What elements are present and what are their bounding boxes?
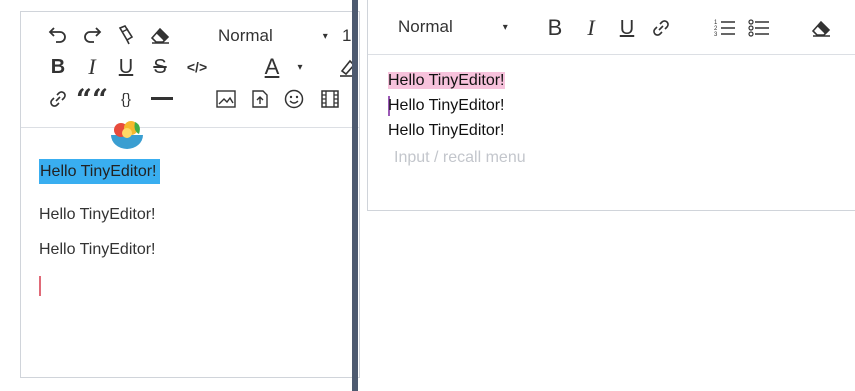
ordered-list-icon[interactable]: 123	[712, 15, 738, 41]
right-paragraph-2: Hello TinyEditor!	[388, 97, 505, 114]
right-paragraph-1: Hello TinyEditor!	[388, 72, 505, 90]
blockquote-button[interactable]: ““	[76, 83, 108, 116]
header-select-value: Normal	[218, 26, 273, 45]
upload-icon[interactable]	[247, 86, 273, 112]
header-select[interactable]: Normal ▾	[398, 17, 508, 37]
font-color-dropdown-icon[interactable]: ▾	[287, 54, 313, 80]
left-editor: Normal ▾ 1 B I U S </> A ▾ ““ {} Hello T…	[20, 11, 360, 378]
underline-button[interactable]: U	[614, 15, 640, 41]
format-painter-icon[interactable]	[113, 22, 139, 48]
link-icon[interactable]	[648, 15, 674, 41]
left-paragraph-1: Hello TinyEditor!	[39, 159, 160, 184]
highlighted-text: Hello TinyEditor!	[388, 72, 505, 89]
code-button[interactable]: </>	[184, 54, 210, 80]
font-color-button[interactable]: A	[259, 54, 285, 80]
right-toolbar: Normal ▾ B I U 123	[368, 0, 855, 55]
left-paragraph-3: Hello TinyEditor!	[39, 241, 156, 258]
header-select[interactable]: Normal ▾	[218, 26, 328, 46]
input-placeholder: Input / recall menu	[394, 149, 526, 166]
emoji-icon[interactable]	[281, 86, 307, 112]
film-icon[interactable]	[317, 86, 343, 112]
chevron-down-icon: ▾	[322, 30, 328, 42]
bold-button[interactable]: B	[45, 54, 71, 80]
horizontal-rule-icon[interactable]	[149, 86, 175, 112]
image-icon[interactable]	[213, 86, 239, 112]
left-paragraph-2: Hello TinyEditor!	[39, 206, 156, 223]
italic-button[interactable]: I	[79, 54, 105, 80]
italic-button[interactable]: I	[578, 15, 604, 41]
right-paragraph-3: Hello TinyEditor!	[388, 122, 505, 139]
right-editor: Normal ▾ B I U 123 Hello TinyEditor! Hel…	[367, 0, 855, 211]
strike-button[interactable]: S	[147, 54, 173, 80]
chevron-down-icon: ▾	[502, 21, 508, 33]
underline-button[interactable]: U	[113, 54, 139, 80]
undo-icon[interactable]	[45, 22, 71, 48]
text-cursor	[39, 276, 41, 296]
selected-text: Hello TinyEditor!	[39, 159, 160, 184]
toolbar-row-1: Normal ▾ 1	[21, 22, 359, 52]
bullet-list-icon[interactable]	[746, 15, 772, 41]
tinyeditor-logo-icon	[111, 121, 143, 149]
size-select[interactable]: 1	[342, 26, 351, 46]
bold-button[interactable]: B	[542, 15, 568, 41]
link-icon[interactable]	[45, 86, 71, 112]
header-select-value: Normal	[398, 17, 453, 36]
toolbar-row-2: B I U S </> A ▾	[21, 54, 359, 84]
right-editor-content[interactable]: Hello TinyEditor! Hello TinyEditor! Hell…	[368, 54, 855, 210]
toolbar-row-3: ““ {}	[21, 83, 359, 116]
split-divider[interactable]	[352, 0, 358, 391]
left-editor-content[interactable]: Hello TinyEditor! Hello TinyEditor! Hell…	[21, 121, 359, 377]
redo-icon[interactable]	[79, 22, 105, 48]
eraser-icon[interactable]	[147, 22, 173, 48]
svg-text:3: 3	[714, 32, 718, 38]
code-block-button[interactable]: {}	[113, 86, 139, 112]
eraser-icon[interactable]	[808, 15, 834, 41]
left-toolbar: Normal ▾ 1 B I U S </> A ▾ ““ {}	[21, 12, 359, 128]
size-select-value: 1	[342, 26, 352, 45]
